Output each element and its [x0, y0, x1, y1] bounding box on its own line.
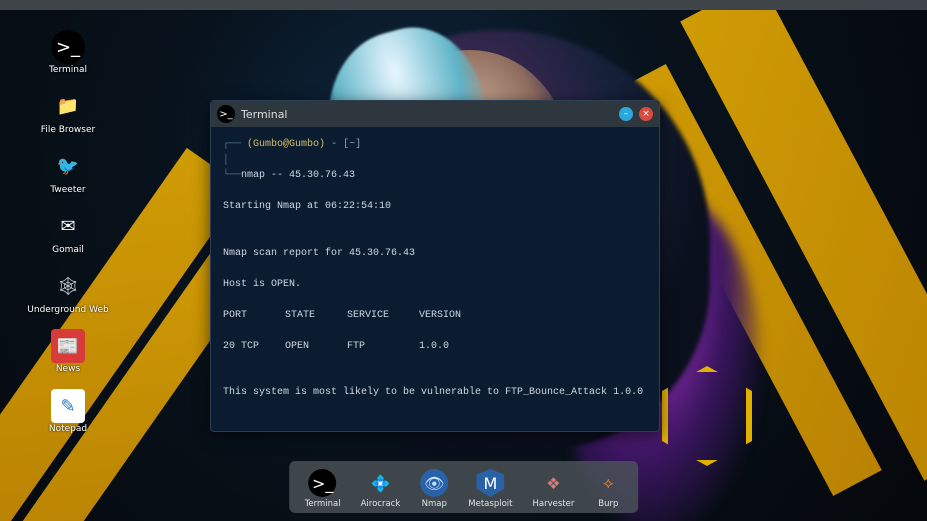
underground-web-icon: 🕸	[51, 270, 85, 304]
metasploit-icon: M	[476, 469, 504, 497]
dock-item-nmap[interactable]: 👁 Nmap	[420, 469, 448, 509]
notepad-icon: ✎	[51, 389, 85, 423]
terminal-titlebar[interactable]: >_ Terminal – ×	[211, 101, 659, 127]
window-title: Terminal	[241, 108, 613, 121]
desktop-icons: >_ Terminal 📁 File Browser 🐦 Tweeter ✉ Gomail 🕸 U…	[18, 30, 118, 435]
terminal-label: Terminal	[305, 499, 341, 509]
file-browser-icon: 📁	[51, 90, 85, 124]
dock-item-harvester[interactable]: ❖ Harvester	[532, 469, 574, 509]
nmap-icon: 👁	[420, 469, 448, 497]
airocrack-icon: 💠	[366, 469, 394, 497]
harvester-label: Harvester	[532, 499, 574, 509]
tweeter-icon: 🐦	[51, 150, 85, 184]
dock-item-metasploit[interactable]: M Metasploit	[468, 469, 512, 509]
nmap-label: Nmap	[422, 499, 447, 509]
desktop-icon-tweeter[interactable]: 🐦 Tweeter	[18, 150, 118, 196]
dock-item-airocrack[interactable]: 💠 Airocrack	[361, 469, 401, 509]
desktop-icon-underground-web[interactable]: 🕸 Underground Web	[18, 270, 118, 316]
file-browser-label: File Browser	[41, 126, 95, 136]
burp-icon: ⟡	[594, 469, 622, 497]
desktop-icon-notepad[interactable]: ✎ Notepad	[18, 389, 118, 435]
harvester-icon: ❖	[539, 469, 567, 497]
terminal-window: >_ Terminal – × ┌── (Gumbo@Gumbo) - [~] …	[210, 100, 660, 432]
terminal-icon: >_	[51, 30, 85, 64]
dock: >_ Terminal 💠 Airocrack 👁 Nmap M Metasploit ❖ Har…	[289, 461, 639, 513]
close-button[interactable]: ×	[639, 107, 653, 121]
underground-web-label: Underground Web	[27, 306, 108, 316]
airocrack-label: Airocrack	[361, 499, 401, 509]
tweeter-label: Tweeter	[50, 186, 85, 196]
news-label: News	[56, 365, 80, 375]
minimize-button[interactable]: –	[619, 107, 633, 121]
dock-item-burp[interactable]: ⟡ Burp	[594, 469, 622, 509]
notepad-label: Notepad	[49, 425, 87, 435]
metasploit-label: Metasploit	[468, 499, 512, 509]
desktop-icon-news[interactable]: 📰 News	[18, 329, 118, 375]
desktop-icon-gomail[interactable]: ✉ Gomail	[18, 210, 118, 256]
gomail-label: Gomail	[52, 246, 84, 256]
terminal-icon: >_	[309, 469, 337, 497]
dock-item-terminal[interactable]: >_ Terminal	[305, 469, 341, 509]
terminal-icon: >_	[217, 105, 235, 123]
menubar	[0, 0, 927, 10]
terminal-label: Terminal	[49, 66, 87, 76]
desktop-icon-file-browser[interactable]: 📁 File Browser	[18, 90, 118, 136]
gomail-icon: ✉	[51, 210, 85, 244]
terminal-body[interactable]: ┌── (Gumbo@Gumbo) - [~] │ └──nmap -- 45.…	[211, 127, 659, 431]
desktop-icon-terminal[interactable]: >_ Terminal	[18, 30, 118, 76]
news-icon: 📰	[51, 329, 85, 363]
burp-label: Burp	[598, 499, 618, 509]
